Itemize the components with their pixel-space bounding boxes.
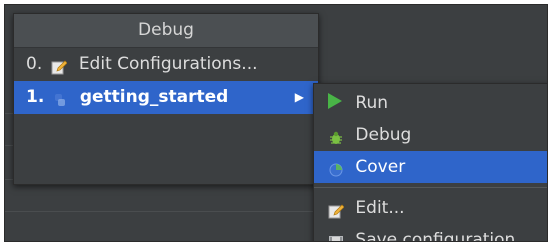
menu-item-label: getting_started	[79, 87, 229, 107]
edit-icon	[328, 198, 345, 219]
save-icon	[328, 230, 344, 241]
ide-window: Debug 0. Edit Configurations... 1. getti…	[4, 4, 548, 242]
submenu-item-label: Cover	[355, 157, 406, 177]
submenu-item-label: Save configuration	[355, 230, 516, 242]
submenu-item-label: Debug	[355, 125, 412, 145]
configuration-actions-submenu: Run Debug Cover Edit... Save configurati…	[313, 83, 547, 242]
menu-item-getting-started[interactable]: 1. getting_started ▶	[14, 81, 318, 114]
submenu-arrow-icon: ▶	[294, 90, 304, 104]
run-icon	[328, 93, 342, 109]
coverage-icon	[328, 157, 344, 177]
submenu-item-run[interactable]: Run	[314, 87, 547, 119]
menu-separator	[314, 187, 547, 188]
menu-item-label: Edit Configurations...	[78, 54, 258, 74]
submenu-item-label: Edit...	[355, 198, 405, 218]
submenu-item-debug[interactable]: Debug	[314, 119, 547, 151]
submenu-item-save-configuration[interactable]: Save configuration	[314, 224, 547, 242]
python-config-icon	[52, 87, 68, 106]
menu-item-edit-configurations[interactable]: 0. Edit Configurations...	[14, 48, 318, 81]
screenshot-canvas: Debug 0. Edit Configurations... 1. getti…	[0, 0, 552, 252]
submenu-item-cover[interactable]: Cover	[314, 151, 547, 183]
menu-item-number: 0.	[26, 54, 43, 74]
menu-item-number: 1.	[26, 87, 45, 107]
popup-title: Debug	[14, 14, 318, 48]
edit-configurations-icon	[51, 54, 68, 75]
submenu-item-label: Run	[355, 93, 389, 113]
debug-bug-icon	[328, 125, 344, 144]
submenu-item-edit[interactable]: Edit...	[314, 192, 547, 224]
debug-configurations-popup: Debug 0. Edit Configurations... 1. getti…	[13, 13, 319, 185]
popup-empty-area	[14, 114, 318, 184]
